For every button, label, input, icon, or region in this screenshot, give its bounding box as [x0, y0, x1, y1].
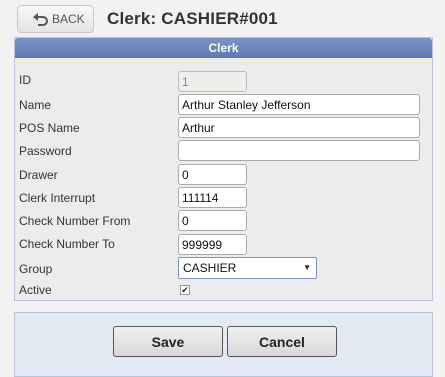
group-label: Group: [19, 262, 53, 276]
back-label: BACK: [52, 12, 85, 26]
back-arrow-icon: [33, 13, 48, 26]
name-label: Name: [19, 98, 52, 112]
clerk-interrupt-label: Clerk Interrupt: [19, 191, 96, 205]
drawer-label: Drawer: [19, 168, 58, 182]
dropdown-arrow-icon: ▼: [303, 263, 311, 272]
group-select[interactable]: CASHIER ▼: [178, 257, 317, 279]
back-button[interactable]: BACK: [17, 5, 94, 33]
save-label: Save: [151, 333, 185, 350]
drawer-field[interactable]: [178, 164, 247, 185]
password-label: Password: [19, 144, 72, 158]
active-label: Active: [19, 283, 52, 297]
id-label: ID: [19, 73, 31, 87]
save-button[interactable]: Save: [113, 326, 223, 357]
page-title: Clerk: CASHIER#001: [107, 9, 278, 28]
cancel-label: Cancel: [259, 333, 305, 350]
pos-name-field[interactable]: [178, 117, 420, 138]
id-field: [178, 71, 247, 92]
clerk-panel: Clerk ID Name POS Name Password Drawer C…: [14, 37, 433, 301]
password-field[interactable]: [178, 140, 420, 161]
top-bar: BACK Clerk: CASHIER#001: [0, 0, 445, 37]
check-from-label: Check Number From: [19, 214, 131, 228]
panel-title: Clerk: [15, 38, 432, 58]
check-to-label: Check Number To: [19, 237, 115, 251]
group-select-value: CASHIER: [183, 261, 237, 275]
check-from-field[interactable]: [178, 210, 247, 231]
checkmark-icon: ✔: [181, 285, 189, 295]
active-checkbox[interactable]: ✔: [180, 285, 190, 295]
cancel-button[interactable]: Cancel: [227, 326, 337, 357]
check-to-field[interactable]: [178, 234, 247, 255]
pos-name-label: POS Name: [19, 121, 80, 135]
clerk-interrupt-field[interactable]: [178, 187, 247, 208]
name-field[interactable]: [178, 94, 420, 115]
action-panel: Save Cancel: [14, 312, 433, 377]
